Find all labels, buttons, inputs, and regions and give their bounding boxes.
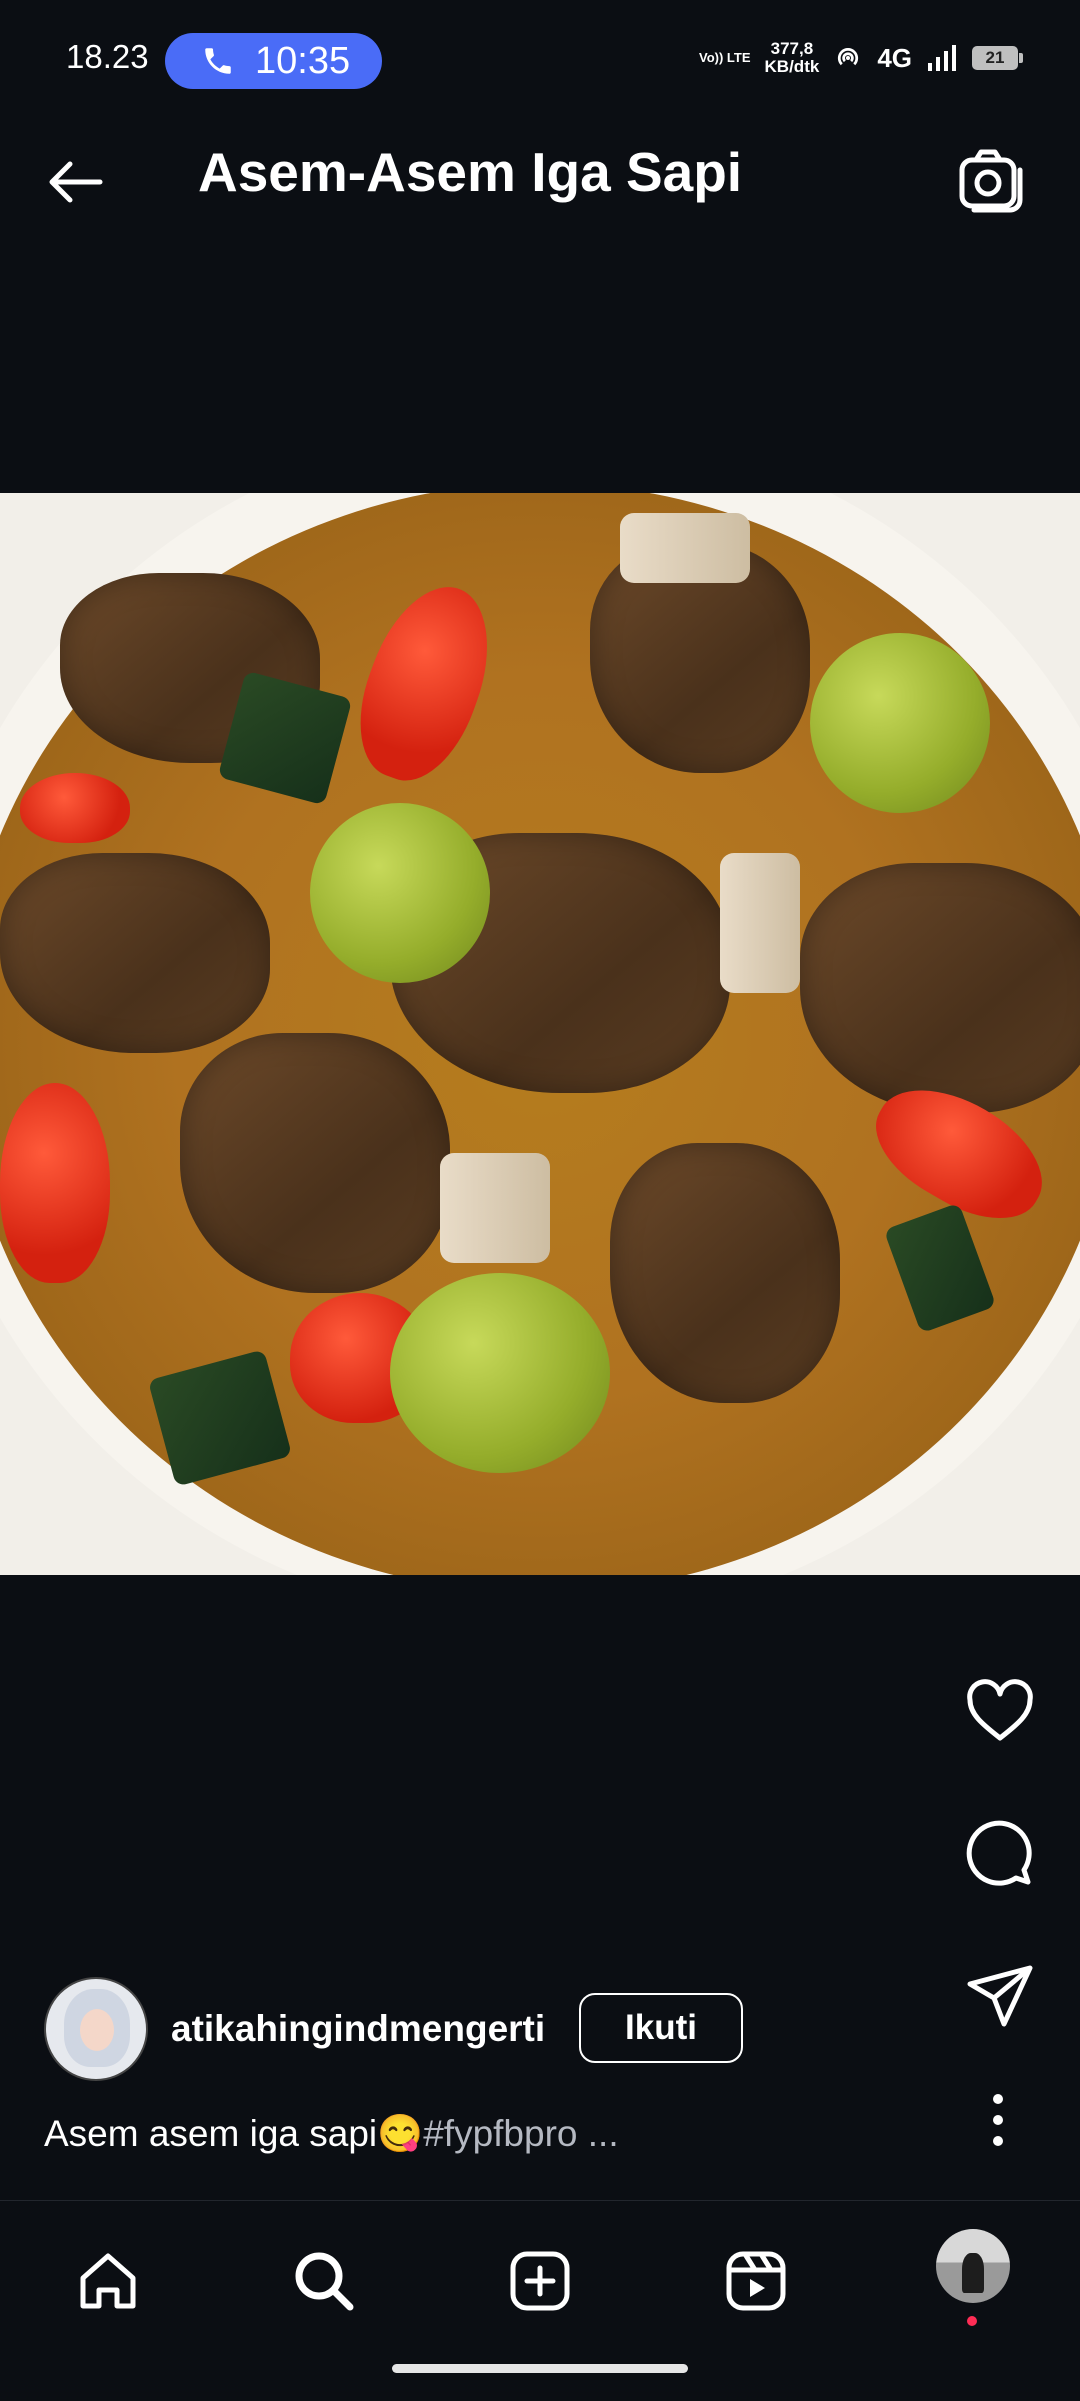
call-timer: 10:35: [255, 39, 351, 82]
search-icon: [295, 2252, 354, 2311]
status-indicators: Vo)) LTE 377,8 KB/dtk 4G 21: [699, 40, 1023, 76]
camera-button[interactable]: [950, 140, 1030, 220]
comment-button[interactable]: [955, 1809, 1045, 1899]
nav-search[interactable]: [284, 2241, 364, 2321]
back-button[interactable]: [36, 142, 116, 222]
camera-icon: [959, 149, 1023, 213]
caption-text: Asem asem iga sapi😋: [44, 2113, 424, 2154]
chili: [20, 773, 130, 843]
heart-icon: [967, 1679, 1033, 1741]
hotspot-icon: [838, 48, 859, 66]
post-image[interactable]: [0, 493, 1080, 1575]
like-button[interactable]: [955, 1667, 1045, 1757]
avatar-face: [80, 2009, 114, 2051]
home-icon: [80, 2253, 136, 2309]
chili: [0, 1083, 110, 1283]
phone-icon: [205, 48, 231, 74]
notification-dot: [967, 2316, 977, 2326]
home-indicator[interactable]: [392, 2364, 688, 2373]
follow-button[interactable]: Ikuti: [579, 1993, 743, 2063]
bone: [620, 513, 750, 583]
avatar-figure: [962, 2253, 984, 2293]
nav-reels[interactable]: [716, 2241, 796, 2321]
rib-meat: [610, 1143, 840, 1403]
post-header: Asem-Asem Iga Sapi: [0, 110, 1080, 230]
network-type: 4G: [877, 42, 912, 73]
bone: [440, 1153, 550, 1263]
more-vertical-icon: [993, 2094, 1003, 2146]
post-caption[interactable]: Asem asem iga sapi😋#fypfbpro ...: [44, 2113, 619, 2156]
caption-hashtags[interactable]: #fypfbpro ...: [423, 2113, 618, 2154]
bone: [720, 853, 800, 993]
net-speed: 377,8 KB/dtk: [765, 40, 820, 76]
more-options-button[interactable]: [978, 2085, 1018, 2155]
status-bar: 18.23 10:35 Vo)) LTE 377,8 KB/dtk 4G 21: [0, 0, 1080, 90]
nav-home[interactable]: [68, 2241, 148, 2321]
green-tomato: [810, 633, 990, 813]
create-icon: [510, 2251, 570, 2311]
reels-icon: [726, 2251, 786, 2311]
green-tomato: [390, 1273, 610, 1473]
ongoing-call-pill[interactable]: 10:35: [165, 33, 382, 89]
nav-profile-avatar[interactable]: [936, 2229, 1010, 2303]
page-title: Asem-Asem Iga Sapi: [198, 141, 743, 203]
author-avatar[interactable]: [44, 1977, 148, 2081]
green-tomato: [310, 803, 490, 983]
battery-indicator: 21: [972, 46, 1023, 70]
status-time: 18.23: [66, 38, 149, 75]
send-icon: [967, 1965, 1033, 2027]
nav-create[interactable]: [500, 2241, 580, 2321]
signal-icon: [928, 45, 956, 71]
share-button[interactable]: [955, 1951, 1045, 2041]
rib-meat: [0, 853, 270, 1053]
comment-icon: [966, 1820, 1032, 1886]
rib-meat: [800, 863, 1080, 1113]
net-speed-unit: KB/dtk: [764, 57, 820, 76]
rib-meat: [180, 1033, 450, 1293]
net-speed-value: 377,8: [770, 39, 814, 58]
volte-indicator: Vo)) LTE: [699, 50, 751, 65]
author-username[interactable]: atikahingindmengerti: [171, 2008, 545, 2050]
arrow-left-icon: [49, 161, 103, 203]
